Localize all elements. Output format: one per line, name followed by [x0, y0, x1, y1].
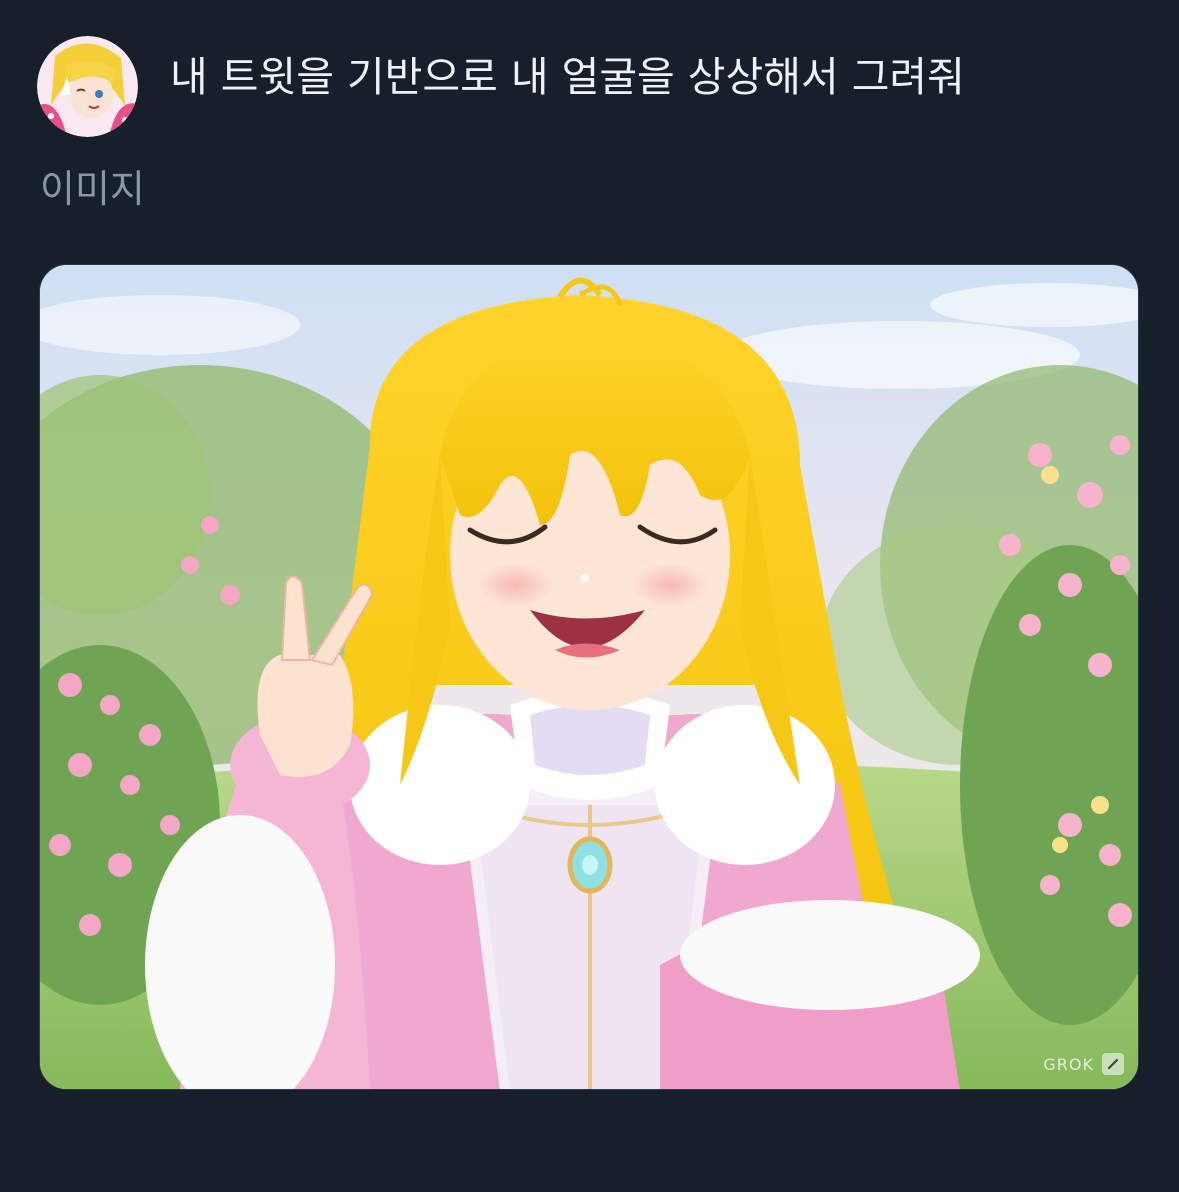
edit-pencil-icon[interactable]: [1102, 1053, 1124, 1075]
generated-image[interactable]: GROK: [39, 264, 1139, 1090]
image-section-label: 이미지: [40, 167, 145, 211]
grok-watermark: GROK: [1043, 1053, 1124, 1075]
anime-illustration: [40, 265, 1138, 1089]
avatar-anime-icon: [37, 36, 138, 137]
post-prompt-text: 내 트윗을 기반으로 내 얼굴을 상상해서 그려줘: [170, 53, 965, 101]
watermark-text: GROK: [1043, 1054, 1094, 1074]
user-avatar[interactable]: [37, 36, 138, 137]
pencil-glyph-icon: [1108, 1059, 1118, 1069]
